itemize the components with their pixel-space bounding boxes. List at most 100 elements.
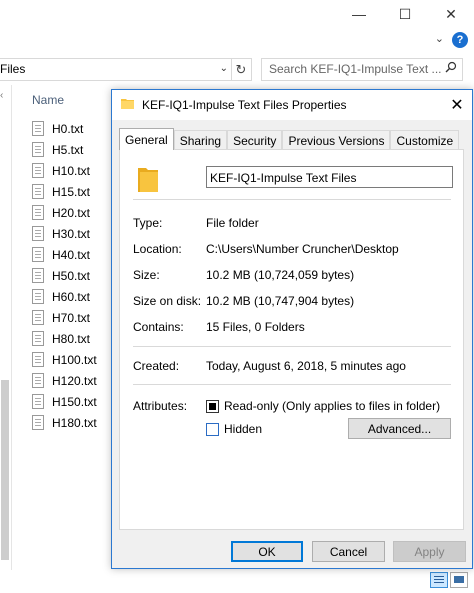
text-file-icon	[32, 226, 44, 241]
tab-customize[interactable]: Customize	[390, 130, 460, 150]
list-item[interactable]: H50.txt	[32, 265, 122, 286]
file-name: H5.txt	[52, 142, 84, 157]
text-file-icon	[32, 289, 44, 304]
file-name: H50.txt	[52, 268, 91, 283]
folder-name-field[interactable]: KEF-IQ1-Impulse Text Files	[206, 166, 453, 188]
text-file-icon	[32, 163, 44, 178]
text-file-icon	[32, 310, 44, 325]
created-value: Today, August 6, 2018, 5 minutes ago	[206, 359, 406, 373]
folder-name-value: KEF-IQ1-Impulse Text Files	[210, 171, 357, 185]
minimize-button[interactable]: —	[336, 0, 382, 28]
size-value: 10.2 MB (10,724,059 bytes)	[206, 268, 355, 282]
list-item[interactable]: H100.txt	[32, 349, 122, 370]
file-name: H70.txt	[52, 310, 91, 325]
list-item[interactable]: H60.txt	[32, 286, 122, 307]
type-value: File folder	[206, 216, 259, 230]
dialog-titlebar: KEF-IQ1-Impulse Text Files Properties ✕	[112, 90, 472, 120]
divider	[133, 199, 451, 200]
address-text: Files	[0, 62, 26, 76]
contains-value: 15 Files, 0 Folders	[206, 320, 305, 334]
dialog-title: KEF-IQ1-Impulse Text Files Properties	[142, 98, 347, 112]
location-value: C:\Users\Number Cruncher\Desktop	[206, 242, 399, 256]
type-label: Type:	[133, 216, 163, 230]
list-item[interactable]: H15.txt	[32, 181, 122, 202]
list-item[interactable]: H180.txt	[32, 412, 122, 433]
readonly-label[interactable]: Read-only (Only applies to files in fold…	[224, 399, 440, 413]
expand-ribbon-icon[interactable]: ⌄	[435, 32, 444, 45]
advanced-button[interactable]: Advanced...	[348, 418, 451, 439]
size-label: Size:	[133, 268, 160, 282]
close-icon[interactable]: ✕	[442, 90, 472, 120]
file-name: H60.txt	[52, 289, 91, 304]
tab-general[interactable]: General	[119, 128, 174, 150]
chevron-down-icon[interactable]: ⌄	[220, 63, 228, 74]
tab-security[interactable]: Security	[227, 130, 283, 150]
cancel-button[interactable]: Cancel	[312, 541, 385, 562]
text-file-icon	[32, 415, 44, 430]
file-name: H100.txt	[52, 352, 97, 367]
text-file-icon	[32, 247, 44, 262]
large-icons-view-icon[interactable]	[450, 572, 468, 588]
hidden-label[interactable]: Hidden	[224, 422, 262, 436]
column-header-name[interactable]: Name	[32, 93, 64, 107]
search-input[interactable]: Search KEF-IQ1-Impulse Text ...	[261, 58, 463, 81]
file-name: H0.txt	[52, 121, 84, 136]
attributes-label: Attributes:	[133, 399, 188, 413]
navigation-pane[interactable]: ‹ ‹	[0, 85, 12, 593]
text-file-icon	[32, 184, 44, 199]
list-item[interactable]: H10.txt	[32, 160, 122, 181]
list-item[interactable]: H120.txt	[32, 370, 122, 391]
divider	[133, 346, 451, 347]
text-file-icon	[32, 394, 44, 409]
ribbon-row: ⌄ ?	[0, 28, 474, 52]
refresh-icon[interactable]: ↻	[231, 58, 252, 81]
list-item[interactable]: H0.txt	[32, 118, 122, 139]
readonly-checkbox[interactable]	[206, 400, 219, 413]
explorer-titlebar: — ☐ ✕	[0, 0, 474, 28]
list-item[interactable]: H5.txt	[32, 139, 122, 160]
tab-strip: General Sharing Security Previous Versions C…	[119, 128, 460, 150]
created-label: Created:	[133, 359, 180, 373]
list-item[interactable]: H80.txt	[32, 328, 122, 349]
file-name: H30.txt	[52, 226, 91, 241]
file-name: H15.txt	[52, 184, 91, 199]
text-file-icon	[32, 268, 44, 283]
scroll-up-icon[interactable]: ‹	[0, 90, 3, 101]
search-placeholder: Search KEF-IQ1-Impulse Text ...	[269, 62, 442, 76]
file-name: H80.txt	[52, 331, 91, 346]
close-window-button[interactable]: ✕	[428, 0, 474, 28]
location-label: Location:	[133, 242, 182, 256]
details-view-icon[interactable]	[430, 572, 448, 588]
file-name: H150.txt	[52, 394, 97, 409]
maximize-button[interactable]: ☐	[382, 0, 428, 28]
text-file-icon	[32, 331, 44, 346]
tab-sharing[interactable]: Sharing	[173, 130, 228, 150]
list-item[interactable]: H30.txt	[32, 223, 122, 244]
file-list: H0.txt H5.txt H10.txt H15.txt H20.txt H30.txt…	[32, 118, 122, 433]
list-item[interactable]: H20.txt	[32, 202, 122, 223]
ok-button[interactable]: OK	[231, 541, 303, 562]
file-name: H20.txt	[52, 205, 91, 220]
tab-previous-versions[interactable]: Previous Versions	[282, 130, 391, 150]
list-item[interactable]: H40.txt	[32, 244, 122, 265]
apply-button[interactable]: Apply	[393, 541, 466, 562]
divider	[133, 384, 451, 385]
scrollbar-thumb[interactable]	[1, 380, 9, 560]
file-name: H120.txt	[52, 373, 97, 388]
properties-dialog: KEF-IQ1-Impulse Text Files Properties ✕ …	[111, 89, 473, 569]
file-name: H40.txt	[52, 247, 91, 262]
text-file-icon	[32, 373, 44, 388]
text-file-icon	[32, 142, 44, 157]
list-item[interactable]: H150.txt	[32, 391, 122, 412]
text-file-icon	[32, 205, 44, 220]
help-icon[interactable]: ?	[452, 32, 468, 48]
address-bar[interactable]: Files ⌄	[0, 58, 232, 81]
size-on-disk-value: 10.2 MB (10,747,904 bytes)	[206, 294, 355, 308]
text-file-icon	[32, 352, 44, 367]
address-row: Files ⌄ ↻ Search KEF-IQ1-Impulse Text ..…	[0, 55, 474, 83]
contains-label: Contains:	[133, 320, 184, 334]
folder-icon	[121, 99, 134, 109]
list-item[interactable]: H70.txt	[32, 307, 122, 328]
hidden-checkbox[interactable]	[206, 423, 219, 436]
file-name: H10.txt	[52, 163, 91, 178]
